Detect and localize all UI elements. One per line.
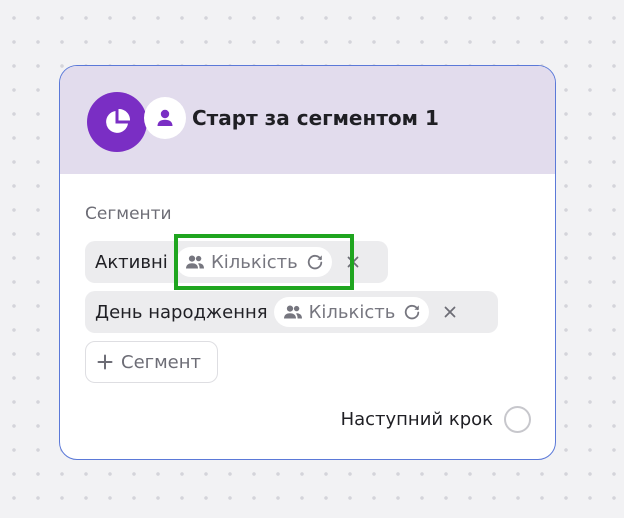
add-segment-label: Сегмент xyxy=(121,351,202,373)
close-icon[interactable] xyxy=(437,299,463,325)
user-icon xyxy=(144,97,186,139)
pie-chart-icon xyxy=(87,92,147,152)
add-segment-button[interactable]: Сегмент xyxy=(85,341,218,383)
refresh-icon[interactable] xyxy=(403,303,421,321)
next-step: Наступний крок xyxy=(341,406,531,433)
count-label: Кількість xyxy=(308,301,396,323)
segment-name: Активні xyxy=(95,251,168,273)
segment-row[interactable]: Активні Кількість xyxy=(85,241,388,283)
plus-icon xyxy=(97,354,113,370)
refresh-icon[interactable] xyxy=(306,253,324,271)
close-icon[interactable] xyxy=(340,249,366,275)
segment-name: День народження xyxy=(95,301,268,323)
next-step-label: Наступний крок xyxy=(340,409,493,430)
segment-start-node[interactable]: Старт за сегментом 1 Сегменти Активні Кі… xyxy=(59,65,556,460)
node-header: Старт за сегментом 1 xyxy=(60,66,555,174)
node-title: Старт за сегментом 1 xyxy=(192,106,439,130)
segment-row[interactable]: День народження Кількість xyxy=(85,291,498,333)
circle-connector-icon[interactable] xyxy=(504,406,531,433)
count-chip[interactable]: Кількість xyxy=(176,247,332,277)
segments-label: Сегменти xyxy=(85,204,172,224)
count-label: Кількість xyxy=(211,251,298,273)
people-icon xyxy=(283,304,303,320)
people-icon xyxy=(185,254,205,270)
count-chip[interactable]: Кількість xyxy=(273,297,430,327)
